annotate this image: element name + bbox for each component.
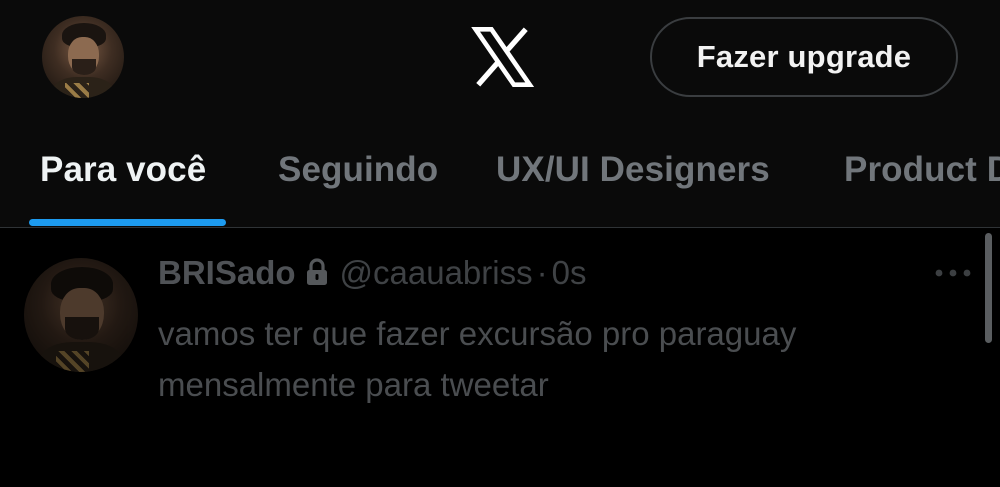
top-bar: Fazer upgrade Para você Seguindo UX/UI D… <box>0 0 1000 228</box>
active-tab-indicator <box>29 219 226 226</box>
tweet-text-line-2: mensalmente para tweetar <box>158 366 549 403</box>
tweet-header: BRISado @caauabriss · 0s <box>158 254 586 292</box>
profile-avatar[interactable] <box>42 16 124 98</box>
tweet-separator: · <box>536 254 548 291</box>
tweet-author-avatar[interactable] <box>24 258 138 372</box>
tweet-item[interactable]: BRISado @caauabriss · 0s vamos ter que faz… <box>0 228 1000 487</box>
scrollbar[interactable] <box>985 233 992 343</box>
tab-ux-ui-designers[interactable]: UX/UI Designers <box>496 150 770 190</box>
tweet-display-name[interactable]: BRISado <box>158 254 296 291</box>
more-options-icon[interactable] <box>934 268 972 278</box>
tweet-timestamp[interactable]: 0s <box>552 254 587 291</box>
tweet-text: vamos ter que fazer excursão pro paragua… <box>158 308 958 410</box>
x-logo-icon[interactable] <box>469 24 535 90</box>
timeline-tabs: Para você Seguindo UX/UI Designers Produ… <box>0 140 1000 228</box>
tweet-text-line-1: vamos ter que fazer excursão pro paragua… <box>158 315 797 352</box>
tab-seguindo[interactable]: Seguindo <box>278 150 438 190</box>
lock-icon <box>306 258 327 285</box>
upgrade-button[interactable]: Fazer upgrade <box>650 17 958 97</box>
upgrade-button-label: Fazer upgrade <box>696 39 912 74</box>
tab-product-designers[interactable]: Product Designers <box>844 150 1000 190</box>
app-root: Fazer upgrade Para você Seguindo UX/UI D… <box>0 0 1000 487</box>
tweet-handle[interactable]: @caauabriss <box>340 254 533 291</box>
tab-para-voce[interactable]: Para você <box>40 150 206 190</box>
